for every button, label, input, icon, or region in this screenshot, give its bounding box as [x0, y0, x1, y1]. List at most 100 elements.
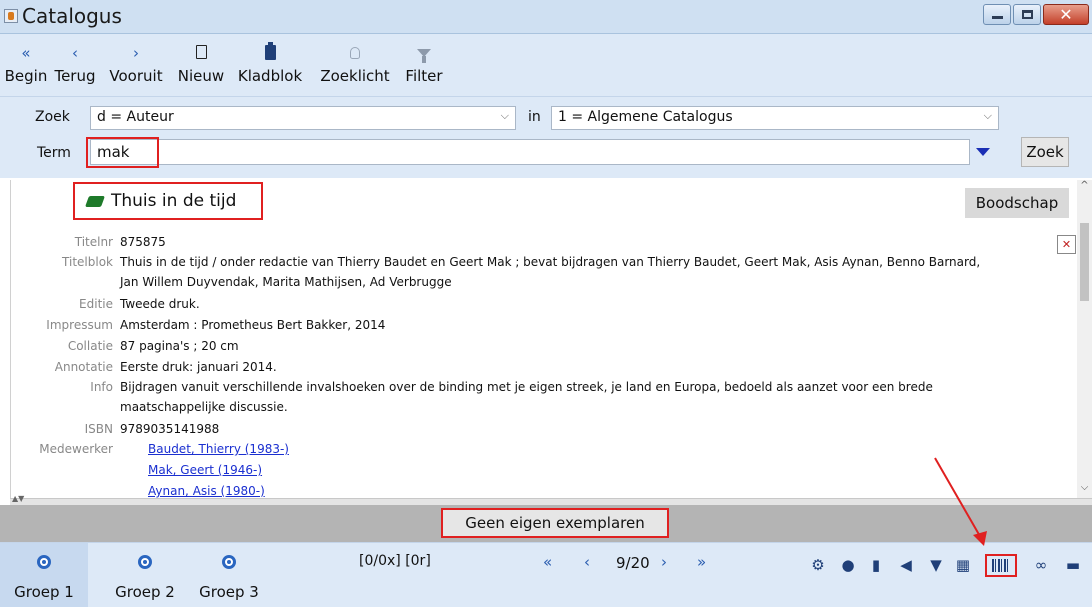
vertical-scrollbar[interactable]: ^ ⌵	[1077, 180, 1092, 498]
field-label: Impressum	[46, 318, 113, 332]
holdings-status-bar: Geen eigen exemplaren	[0, 505, 1092, 542]
field-label: Info	[90, 380, 113, 394]
field-value: Jan Willem Duyvendak, Marita Mathijsen, …	[120, 275, 452, 289]
chevron-down-icon: ⌵	[500, 109, 509, 122]
close-icon: ✕	[1059, 5, 1073, 24]
boodschap-button[interactable]: Boodschap	[965, 188, 1069, 218]
settings-icon[interactable]: ⚙	[808, 555, 828, 575]
globe-icon[interactable]: ●	[838, 555, 858, 575]
zoek-label: Zoek	[35, 109, 70, 125]
chevron-down-icon: ⌵	[983, 109, 992, 122]
term-label: Term	[37, 145, 71, 161]
toolbar-nieuw-button[interactable]: Nieuw	[176, 34, 226, 96]
maximize-icon	[1022, 10, 1033, 19]
double-chevron-left-icon: «	[21, 44, 31, 62]
search-field-select[interactable]: d = Auteur ⌵	[90, 106, 516, 130]
calendar-icon[interactable]: ▦	[953, 555, 973, 575]
field-value: Bijdragen vanuit verschillende invalshoe…	[120, 380, 933, 394]
toolbar-terug-button[interactable]: ‹ Terug	[54, 34, 96, 96]
scroll-down-icon[interactable]: ⌵	[1077, 482, 1092, 493]
maximize-button[interactable]	[1013, 4, 1041, 25]
field-value: Thuis in de tijd / onder redactie van Th…	[120, 255, 981, 269]
last-record-button[interactable]: »	[697, 553, 706, 571]
minimize-button[interactable]	[983, 4, 1011, 25]
target-icon	[37, 555, 51, 569]
medewerker-link[interactable]: Aynan, Asis (1980-)	[148, 484, 265, 498]
toolbar-kladblok-label: Kladblok	[237, 67, 303, 85]
main-toolbar: « Begin ‹ Terug › Vooruit Nieuw Kladblok…	[0, 34, 1092, 96]
close-record-button[interactable]: ✕	[1057, 235, 1076, 254]
toolbar-filter-button[interactable]: Filter	[400, 34, 448, 96]
next-record-button[interactable]: ›	[661, 553, 667, 571]
medewerker-label: Medewerker	[39, 442, 113, 456]
close-window-button[interactable]: ✕	[1043, 4, 1089, 25]
field-label: ISBN	[84, 422, 113, 436]
toolbar-vooruit-button[interactable]: › Vooruit	[102, 34, 170, 96]
toolbar-begin-label: Begin	[4, 67, 48, 85]
window-titlebar: Catalogus ✕	[0, 0, 1092, 34]
in-label: in	[528, 109, 541, 125]
barcode-button[interactable]	[985, 554, 1017, 577]
print-icon[interactable]: ▬	[1063, 555, 1083, 575]
catalog-select[interactable]: 1 = Algemene Catalogus ⌵	[551, 106, 999, 130]
splitter-arrows-icon: ▲▼	[12, 494, 25, 503]
previous-record-button[interactable]: ‹	[584, 553, 590, 571]
field-label: Annotatie	[54, 360, 113, 374]
medewerker-link[interactable]: Mak, Geert (1946-)	[148, 463, 262, 477]
toolbar-zoeklicht-label: Zoeklicht	[320, 67, 390, 85]
field-label: Editie	[79, 297, 113, 311]
groep-1-tab[interactable]: Groep 1	[0, 543, 88, 607]
medewerker-link[interactable]: Baudet, Thierry (1983-)	[148, 442, 289, 456]
chevron-left-icon: ‹	[72, 44, 78, 62]
field-value: maatschappelijke discussie.	[120, 400, 288, 414]
toolbar-terug-label: Terug	[54, 67, 96, 85]
groep-2-tab[interactable]: Groep 2	[108, 543, 182, 607]
first-record-button[interactable]: «	[543, 553, 552, 571]
book-icon	[84, 196, 106, 207]
filter-icon	[417, 49, 431, 63]
field-value: Amsterdam : Prometheus Bert Bakker, 2014	[120, 318, 386, 332]
clipboard-icon	[264, 42, 276, 60]
catalog-value: 1 = Algemene Catalogus	[558, 109, 733, 125]
bottom-navigation-bar: Groep 1 Groep 2 Groep 3 [0/0x] [0r] « ‹ …	[0, 542, 1092, 607]
groep-2-label: Groep 2	[115, 583, 175, 601]
groep-3-tab[interactable]: Groep 3	[192, 543, 266, 607]
groep-3-label: Groep 3	[199, 583, 259, 601]
toolbar-begin-button[interactable]: « Begin	[4, 34, 48, 96]
toolbar-kladblok-button[interactable]: Kladblok	[230, 34, 310, 96]
clipboard-icon[interactable]: ▮	[866, 555, 886, 575]
java-app-icon	[4, 9, 18, 23]
field-value: Eerste druk: januari 2014.	[120, 360, 277, 374]
field-label: Collatie	[67, 339, 113, 353]
field-label: Titelblok	[62, 255, 113, 269]
scroll-up-icon[interactable]: ^	[1077, 180, 1092, 191]
field-value: 9789035141988	[120, 422, 220, 436]
record-title-box: Thuis in de tijd	[73, 182, 263, 220]
zoek-button[interactable]: Zoek	[1021, 137, 1069, 167]
scrollbar-thumb[interactable]	[1080, 223, 1089, 301]
megaphone-icon[interactable]: ◀	[896, 555, 916, 575]
target-icon	[222, 555, 236, 569]
chevron-right-icon: ›	[133, 44, 139, 62]
basket-icon[interactable]: ▼	[926, 555, 946, 575]
minimize-icon	[992, 16, 1003, 19]
toolbar-nieuw-label: Nieuw	[177, 67, 225, 85]
field-label: Titelnr	[74, 235, 113, 249]
field-value: Tweede druk.	[120, 297, 200, 311]
toolbar-zoeklicht-button[interactable]: Zoeklicht	[312, 34, 398, 96]
window-title: Catalogus	[22, 4, 122, 28]
search-panel: Zoek d = Auteur ⌵ in 1 = Algemene Catalo…	[0, 96, 1092, 178]
barcode-icon	[992, 559, 1010, 572]
toolbar-filter-label: Filter	[405, 67, 443, 85]
target-icon	[138, 555, 152, 569]
link-icon[interactable]: ∞	[1031, 555, 1051, 575]
close-icon: ✕	[1061, 238, 1072, 251]
groep-1-label: Groep 1	[14, 583, 74, 601]
holdings-status-message: Geen eigen exemplaren	[441, 508, 669, 538]
new-document-icon	[195, 45, 207, 59]
history-dropdown-icon[interactable]	[976, 148, 990, 156]
record-details-panel: Thuis in de tijd Boodschap ✕ Titelnr 875…	[10, 180, 1076, 498]
field-value: 875875	[120, 235, 166, 249]
term-input[interactable]	[90, 139, 970, 165]
toolbar-vooruit-label: Vooruit	[109, 67, 163, 85]
